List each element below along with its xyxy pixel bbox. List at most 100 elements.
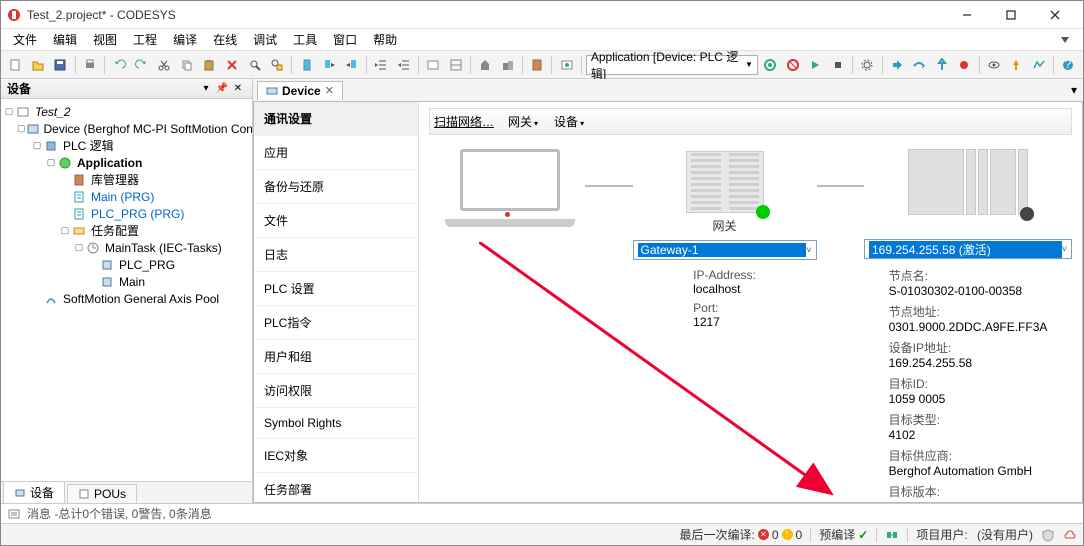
tree-main-task[interactable]: ▢MainTask (IEC-Tasks) — [3, 239, 250, 256]
trace-icon[interactable] — [1029, 54, 1050, 76]
library-icon[interactable] — [527, 54, 548, 76]
nav-plc-shell[interactable]: PLC指令 — [254, 306, 418, 340]
save-icon[interactable] — [50, 54, 71, 76]
find-icon[interactable] — [244, 54, 265, 76]
menu-online[interactable]: 在线 — [205, 29, 245, 50]
panel-dropdown-icon[interactable]: ▾ — [198, 81, 214, 97]
tree-application[interactable]: ▢Application — [3, 154, 250, 171]
toggle-comment-icon[interactable] — [423, 54, 444, 76]
start-icon[interactable] — [805, 54, 826, 76]
gateway-ip-value: localhost — [693, 282, 756, 296]
force-icon[interactable] — [1006, 54, 1027, 76]
menu-edit[interactable]: 编辑 — [45, 29, 85, 50]
menu-help[interactable]: 帮助 — [365, 29, 405, 50]
menu-file[interactable]: 文件 — [5, 29, 45, 50]
node-name-label: 节点名: — [889, 267, 1048, 284]
tree-lib-manager[interactable]: 库管理器 — [3, 171, 250, 188]
device-panel-title: 设备 — [7, 80, 198, 97]
nav-users-groups[interactable]: 用户和组 — [254, 340, 418, 374]
target-type-value: 4102 — [889, 428, 1048, 442]
menu-view[interactable]: 视图 — [85, 29, 125, 50]
nav-comm-settings[interactable]: 通讯设置 — [254, 102, 418, 136]
menu-build[interactable]: 编译 — [165, 29, 205, 50]
bookmark-toggle-icon[interactable] — [296, 54, 317, 76]
find-replace-icon[interactable] — [267, 54, 288, 76]
device-combo[interactable]: 169.254.255.58 (激活)˅ — [864, 239, 1072, 259]
panel-close-icon[interactable]: ✕ — [230, 81, 246, 97]
message-summary: 消息 -总计0个错误, 0警告, 0条消息 — [27, 505, 212, 522]
toggle-region-icon[interactable] — [445, 54, 466, 76]
tab-devices[interactable]: 设备 — [3, 481, 65, 503]
copy-icon[interactable] — [177, 54, 198, 76]
nav-files[interactable]: 文件 — [254, 204, 418, 238]
scan-network-link[interactable]: 扫描网络… — [434, 113, 496, 130]
redo-icon[interactable] — [132, 54, 153, 76]
panel-pin-icon[interactable]: 📌 — [214, 81, 230, 97]
login-icon[interactable] — [760, 54, 781, 76]
nav-symbol-rights[interactable]: Symbol Rights — [254, 408, 418, 439]
stop-icon[interactable] — [828, 54, 849, 76]
nav-plc-settings[interactable]: PLC 设置 — [254, 272, 418, 306]
active-application-combo[interactable]: Application [Device: PLC 逻辑] ▼ — [586, 55, 758, 75]
menu-tools[interactable]: 工具 — [285, 29, 325, 50]
bookmark-prev-icon[interactable] — [341, 54, 362, 76]
gateway-combo[interactable]: Gateway-1˅ — [633, 240, 817, 260]
tree-softmotion-pool[interactable]: SoftMotion General Axis Pool — [3, 290, 250, 307]
tabs-dropdown-icon[interactable]: ▾ — [1065, 83, 1083, 97]
status-cloud-icon[interactable] — [1063, 528, 1077, 542]
menu-project[interactable]: 工程 — [125, 29, 165, 50]
nav-task-deploy[interactable]: 任务部署 — [254, 473, 418, 507]
nav-iec-objects[interactable]: IEC对象 — [254, 439, 418, 473]
close-button[interactable] — [1033, 2, 1077, 28]
tab-pous[interactable]: POUs — [67, 484, 137, 503]
cut-icon[interactable] — [154, 54, 175, 76]
new-file-icon[interactable] — [5, 54, 26, 76]
tree-plc-logic[interactable]: ▢PLC 逻辑 — [3, 137, 250, 154]
tree-project-root[interactable]: ▢Test_2 — [3, 103, 250, 120]
build-all-icon[interactable] — [497, 54, 518, 76]
tree-device[interactable]: ▢Device (Berghof MC-PI SoftMotion Contro… — [3, 120, 250, 137]
device-menu[interactable]: 设备▾ — [550, 113, 588, 130]
status-connection-icon[interactable] — [885, 528, 899, 542]
device-status-dot — [1020, 207, 1034, 221]
message-bar[interactable]: 消息 -总计0个错误, 0警告, 0条消息 — [1, 503, 1083, 523]
nav-backup-restore[interactable]: 备份与还原 — [254, 170, 418, 204]
maximize-button[interactable] — [989, 2, 1033, 28]
tree-task-config[interactable]: ▢任务配置 — [3, 222, 250, 239]
step-into-icon[interactable] — [886, 54, 907, 76]
watch-icon[interactable] — [984, 54, 1005, 76]
breakpoint-icon[interactable] — [954, 54, 975, 76]
open-file-icon[interactable] — [28, 54, 49, 76]
settings-icon[interactable] — [857, 54, 878, 76]
step-out-icon[interactable] — [932, 54, 953, 76]
gateway-menu[interactable]: 网关▾ — [504, 113, 542, 130]
nav-applications[interactable]: 应用 — [254, 136, 418, 170]
tree-task-plc-prg[interactable]: PLC_PRG — [3, 256, 250, 273]
tree-main-prg[interactable]: Main (PRG) — [3, 188, 250, 205]
tree-plc-prg[interactable]: PLC_PRG (PRG) — [3, 205, 250, 222]
step-over-icon[interactable] — [909, 54, 930, 76]
menu-window[interactable]: 窗口 — [325, 29, 365, 50]
left-bottom-tabs: 设备 POUs — [1, 481, 252, 503]
help-icon[interactable]: ? — [1058, 54, 1079, 76]
logout-icon[interactable] — [782, 54, 803, 76]
build-icon[interactable] — [475, 54, 496, 76]
customize-menu-icon[interactable] — [1051, 32, 1079, 48]
print-icon[interactable] — [80, 54, 101, 76]
tab-device[interactable]: Device ✕ — [257, 81, 343, 100]
undo-icon[interactable] — [109, 54, 130, 76]
nav-access-rights[interactable]: 访问权限 — [254, 374, 418, 408]
tree-task-main[interactable]: Main — [3, 273, 250, 290]
status-security-icon[interactable] — [1041, 528, 1055, 542]
menu-debug[interactable]: 调试 — [245, 29, 285, 50]
delete-icon[interactable] — [222, 54, 243, 76]
outdent-icon[interactable] — [393, 54, 414, 76]
tab-close-icon[interactable]: ✕ — [325, 84, 334, 97]
minimize-button[interactable] — [945, 2, 989, 28]
nav-log[interactable]: 日志 — [254, 238, 418, 272]
paste-icon[interactable] — [199, 54, 220, 76]
indent-icon[interactable] — [371, 54, 392, 76]
bookmark-next-icon[interactable] — [319, 54, 340, 76]
target-id-value: 1059 0005 — [889, 392, 1048, 406]
visualization-icon[interactable] — [556, 54, 577, 76]
